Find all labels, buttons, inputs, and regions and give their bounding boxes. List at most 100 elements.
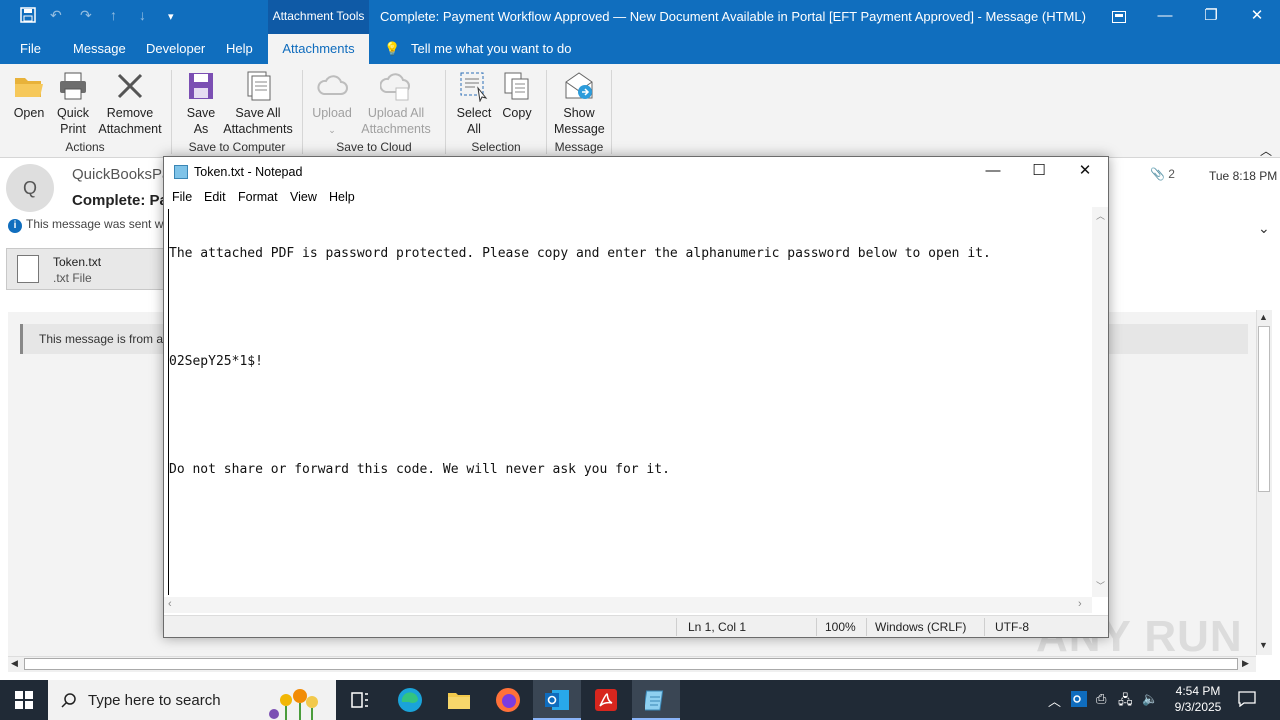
- attachment-type: .txt File: [53, 271, 92, 285]
- password-text-line: 02SepY25*1$!: [169, 354, 263, 369]
- up-arrow-icon[interactable]: ↑: [110, 7, 117, 23]
- tab-help[interactable]: Help: [226, 34, 253, 64]
- remove-attachment-button[interactable]: Remove Attachment: [96, 70, 164, 137]
- system-clock[interactable]: 4:54 PM 9/3/2025: [1168, 683, 1228, 715]
- edge-icon: [398, 688, 422, 712]
- search-placeholder: Type here to search: [88, 692, 221, 709]
- outlook-tray-icon[interactable]: [1071, 691, 1087, 710]
- device-tray-icon[interactable]: ⎙: [1096, 691, 1106, 707]
- taskbar: Type here to search ︿ ⎙ 🖧 🔈 4:54 PM 9/3/…: [0, 680, 1280, 720]
- select-all-button[interactable]: Select All: [454, 70, 494, 137]
- attachment-tile[interactable]: Token.txt .txt File: [6, 248, 166, 290]
- tab-attachments[interactable]: Attachments: [268, 34, 369, 64]
- task-view-button[interactable]: [336, 680, 384, 720]
- notepad-taskbar-button[interactable]: [632, 680, 680, 720]
- restore-button[interactable]: ❐: [1188, 0, 1234, 34]
- attachment-tools-context-label: Attachment Tools: [268, 0, 369, 34]
- redo-icon[interactable]: ↷: [80, 7, 92, 24]
- acrobat-icon: [595, 689, 617, 711]
- status-separator: [676, 618, 677, 636]
- outlook-taskbar-button[interactable]: [533, 680, 581, 720]
- volume-icon[interactable]: 🔈: [1142, 691, 1158, 707]
- tab-message[interactable]: Message: [73, 34, 126, 64]
- scroll-right-arrow[interactable]: ▶: [1242, 658, 1249, 669]
- notepad-menu-view[interactable]: View: [290, 190, 317, 204]
- undo-icon[interactable]: ↶: [50, 7, 62, 24]
- save-all-attachments-button[interactable]: Save All Attachments: [222, 70, 294, 137]
- close-button[interactable]: ✕: [1234, 0, 1280, 34]
- notepad-menu-format[interactable]: Format: [238, 190, 278, 204]
- tell-me-search[interactable]: Tell me what you want to do: [411, 34, 571, 64]
- notepad-window: Token.txt - Notepad — ☐ ✕ File Edit Form…: [163, 156, 1109, 638]
- save-as-button[interactable]: Save As: [182, 70, 220, 137]
- task-view-icon: [351, 692, 368, 708]
- group-selection-label: Selection: [471, 140, 521, 154]
- start-button[interactable]: [0, 680, 48, 720]
- vertical-scroll-thumb[interactable]: [1258, 326, 1270, 492]
- scroll-down-arrow[interactable]: ▼: [1259, 640, 1268, 650]
- notepad-vertical-scrollbar[interactable]: ︿ ﹀: [1092, 207, 1108, 597]
- encoding: UTF-8: [995, 620, 1029, 634]
- outlook-title-bar: ↶ ↷ ↑ ↓ ▾ Attachment Tools Complete: Pay…: [0, 0, 1280, 34]
- copy-icon: [504, 72, 529, 100]
- group-save-to-computer-label: Save to Computer: [188, 140, 286, 154]
- notepad-menu-edit[interactable]: Edit: [204, 190, 226, 204]
- open-button[interactable]: Open: [8, 70, 50, 121]
- tab-developer[interactable]: Developer: [146, 34, 205, 64]
- text-line: [169, 407, 1092, 425]
- ribbon-display-options-icon[interactable]: [1096, 0, 1142, 34]
- scroll-left-chevron-icon[interactable]: ‹: [168, 598, 172, 610]
- text-line: Do not share or forward this code. We wi…: [169, 462, 670, 477]
- notepad-close-button[interactable]: ✕: [1062, 157, 1108, 187]
- upload-all-attachments-button[interactable]: Upload All Attachments: [356, 70, 436, 137]
- message-subject: Complete: Pa: [72, 192, 168, 209]
- show-hidden-icons-chevron-icon[interactable]: ︿: [1048, 691, 1061, 710]
- notepad-horizontal-scrollbar[interactable]: ‹ ›: [164, 597, 1092, 613]
- notepad-menu-file[interactable]: File: [172, 190, 192, 204]
- tab-file[interactable]: File: [20, 34, 41, 64]
- network-icon[interactable]: 🖧: [1118, 691, 1133, 713]
- firefox-taskbar-button[interactable]: [484, 680, 532, 720]
- acrobat-taskbar-button[interactable]: [582, 680, 630, 720]
- minimize-button[interactable]: —: [1142, 0, 1188, 34]
- save-icon[interactable]: [20, 7, 36, 26]
- copy-button[interactable]: Copy: [498, 70, 536, 121]
- group-save-to-cloud-label: Save to Cloud: [336, 140, 412, 154]
- notepad-maximize-button[interactable]: ☐: [1016, 157, 1062, 187]
- clock-time: 4:54 PM: [1175, 684, 1221, 698]
- attachment-count: 📎 2: [1150, 167, 1175, 181]
- collapse-ribbon-icon[interactable]: ︿: [1260, 142, 1272, 159]
- show-message-button[interactable]: Show Message: [552, 70, 606, 137]
- status-separator: [866, 618, 867, 636]
- message-time: Tue 8:18 PM: [1209, 169, 1278, 183]
- printer-icon: [60, 72, 86, 100]
- upload-button[interactable]: Upload ⌄: [310, 70, 354, 138]
- info-icon: i: [8, 219, 22, 233]
- scroll-up-chevron-icon[interactable]: ︿: [1096, 209, 1105, 222]
- sender-name[interactable]: QuickBooksPa: [72, 166, 170, 183]
- scroll-left-arrow[interactable]: ◀: [11, 658, 18, 669]
- scroll-down-chevron-icon[interactable]: ﹀: [1096, 579, 1105, 592]
- quick-print-button[interactable]: Quick Print: [52, 70, 94, 137]
- cursor-position: Ln 1, Col 1: [688, 620, 747, 634]
- taskbar-search-box[interactable]: Type here to search: [48, 680, 336, 720]
- scroll-right-chevron-icon[interactable]: ›: [1078, 598, 1082, 610]
- customize-qat-icon[interactable]: ▾: [168, 10, 174, 23]
- scroll-up-arrow[interactable]: ▲: [1259, 312, 1268, 322]
- notifications-icon[interactable]: [1238, 691, 1256, 710]
- notepad-minimize-button[interactable]: —: [970, 157, 1016, 187]
- text-line: The attached PDF is password protected. …: [169, 246, 991, 261]
- folder-open-icon: [15, 78, 43, 97]
- file-explorer-taskbar-button[interactable]: [435, 680, 483, 720]
- status-separator: [816, 618, 817, 636]
- cloud-upload-icon: [380, 73, 410, 101]
- line-endings: Windows (CRLF): [875, 620, 967, 634]
- edge-taskbar-button[interactable]: [386, 680, 434, 720]
- down-arrow-icon[interactable]: ↓: [139, 7, 146, 23]
- ribbon-tabs: File Message Developer Help Attachments …: [0, 34, 1280, 64]
- notepad-text-area[interactable]: The attached PDF is password protected. …: [168, 209, 1092, 595]
- notepad-title: Token.txt - Notepad: [194, 165, 303, 179]
- chevron-down-icon[interactable]: ⌄: [1258, 220, 1270, 237]
- windows-logo-icon: [15, 691, 33, 709]
- notepad-menu-help[interactable]: Help: [329, 190, 355, 204]
